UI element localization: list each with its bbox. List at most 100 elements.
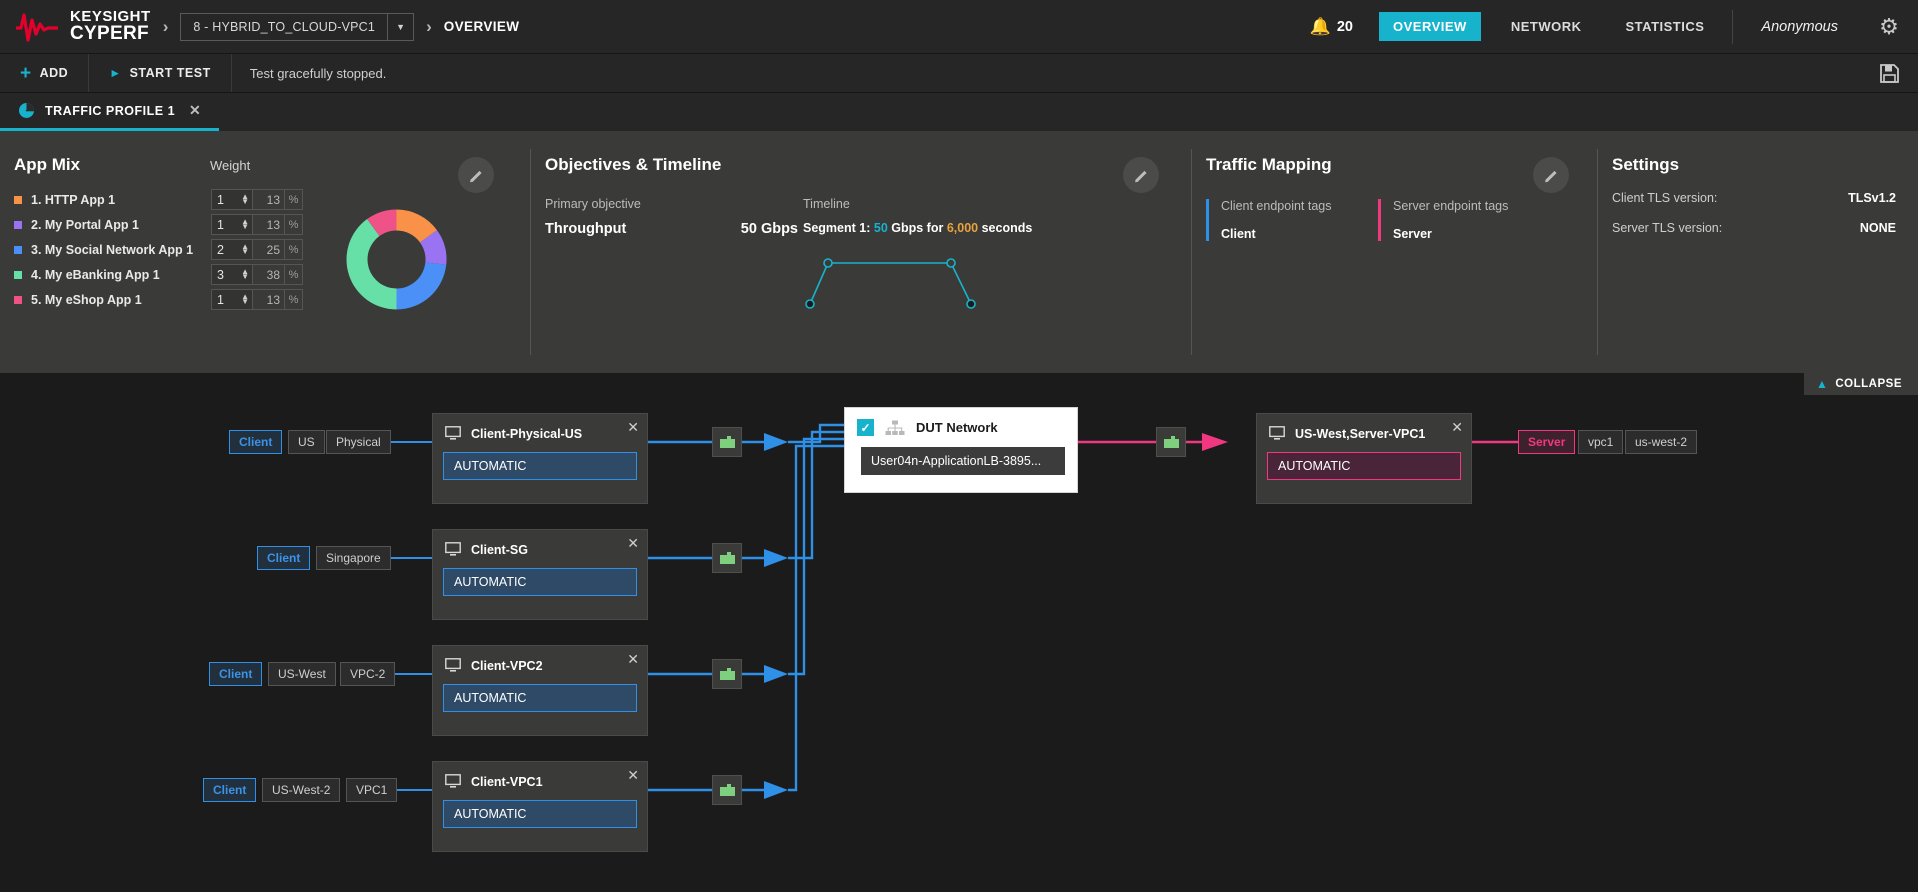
endpoint-tag-client[interactable]: Client (257, 546, 310, 570)
stepper-arrows-icon[interactable]: ▲▼ (241, 295, 249, 304)
panel-settings: Settings Client TLS version: TLSv1.2 Ser… (1598, 131, 1918, 373)
weight-stepper[interactable]: 3 ▲▼ (211, 264, 253, 285)
server-endpoint-tags-label: Server endpoint tags (1393, 199, 1550, 213)
edit-objectives-button[interactable] (1123, 157, 1159, 193)
breadcrumb-chevron-2: › (426, 17, 432, 37)
notifications-button[interactable]: 🔔 20 (1292, 17, 1371, 37)
node-dut-network[interactable]: ✓ DUT Network User04n-ApplicationLB-3895… (844, 407, 1078, 493)
start-test-label: START TEST (130, 66, 211, 80)
legend-swatch (14, 221, 22, 229)
stepper-arrows-icon[interactable]: ▲▼ (241, 195, 249, 204)
add-button[interactable]: + ADD (0, 54, 89, 92)
app-name: 1. HTTP App 1 (31, 193, 211, 207)
percent-value: 13 (253, 189, 285, 210)
endpoint-tag-vpc[interactable]: vpc1 (1578, 430, 1623, 454)
stepper-arrows-icon[interactable]: ▲▼ (241, 220, 249, 229)
endpoint-tag-vpc[interactable]: VPC-2 (340, 662, 395, 686)
network-adapter-icon[interactable] (1156, 427, 1186, 457)
keysight-wave-logo-icon (14, 10, 60, 44)
node-config-field[interactable]: AUTOMATIC (443, 800, 637, 828)
nav-tab-network[interactable]: NETWORK (1497, 12, 1596, 41)
endpoint-tag-client[interactable]: Client (203, 778, 256, 802)
node-server-vpc1[interactable]: US-West,Server-VPC1 ✕ AUTOMATIC (1256, 413, 1472, 504)
node-client-sg[interactable]: Client-SG ✕ AUTOMATIC (432, 529, 648, 620)
node-name: Client-SG (471, 543, 528, 557)
endpoint-tag-region[interactable]: Singapore (316, 546, 391, 570)
nav-tab-overview[interactable]: OVERVIEW (1379, 12, 1481, 41)
node-config-field[interactable]: AUTOMATIC (1267, 452, 1461, 480)
server-endpoint-tags-group: Server endpoint tags Server (1378, 199, 1550, 241)
segment-rate: 50 (874, 221, 888, 235)
settings-row-client-tls: Client TLS version: TLSv1.2 (1612, 191, 1896, 205)
app-mix-row: 2. My Portal App 1 1 ▲▼ 13 % (14, 212, 530, 237)
node-config-field[interactable]: AUTOMATIC (443, 452, 637, 480)
stepper-arrows-icon[interactable]: ▲▼ (241, 245, 249, 254)
gear-icon: ⚙ (1879, 14, 1899, 40)
app-name: 3. My Social Network App 1 (31, 243, 211, 257)
server-endpoint-tag-value: Server (1393, 227, 1550, 241)
close-icon[interactable]: ✕ (627, 420, 639, 434)
network-adapter-icon[interactable] (712, 659, 742, 689)
endpoint-tag-region[interactable]: US-West-2 (262, 778, 340, 802)
panel-app-mix: App Mix Weight 1. HTTP App 1 1 ▲▼ 13 % 2… (0, 131, 530, 373)
top-bar-right: 🔔 20 OVERVIEW NETWORK STATISTICS Anonymo… (1292, 0, 1918, 53)
node-client-vpc2[interactable]: Client-VPC2 ✕ AUTOMATIC (432, 645, 648, 736)
node-config-field[interactable]: AUTOMATIC (443, 568, 637, 596)
nav-tab-statistics[interactable]: STATISTICS (1612, 12, 1719, 41)
user-name[interactable]: Anonymous (1739, 19, 1860, 35)
node-name: Client-Physical-US (471, 427, 582, 441)
endpoint-tag-region[interactable]: us-west-2 (1625, 430, 1697, 454)
app-mix-weight-header: Weight (210, 158, 250, 173)
endpoint-tag-type[interactable]: Physical (326, 430, 391, 454)
weight-stepper[interactable]: 1 ▲▼ (211, 289, 253, 310)
breadcrumb-chevron-1: › (163, 17, 169, 37)
save-button[interactable] (1860, 54, 1918, 92)
node-client-vpc1[interactable]: Client-VPC1 ✕ AUTOMATIC (432, 761, 648, 852)
weight-stepper[interactable]: 2 ▲▼ (211, 239, 253, 260)
endpoint-tag-vpc[interactable]: VPC1 (346, 778, 397, 802)
close-icon[interactable]: ✕ (627, 768, 639, 782)
monitor-icon (445, 542, 461, 557)
close-icon[interactable]: ✕ (627, 652, 639, 666)
traffic-mapping-title: Traffic Mapping (1206, 155, 1550, 175)
node-config-field[interactable]: AUTOMATIC (443, 684, 637, 712)
dut-target-field[interactable]: User04n-ApplicationLB-3895... (861, 447, 1065, 475)
setting-key: Client TLS version: (1612, 191, 1717, 205)
endpoint-tag-server[interactable]: Server (1518, 430, 1575, 454)
start-test-button[interactable]: ► START TEST (89, 54, 232, 92)
dut-enabled-checkbox[interactable]: ✓ (857, 419, 874, 436)
notification-count: 20 (1337, 19, 1353, 35)
close-icon[interactable]: ✕ (627, 536, 639, 550)
project-select-value: 8 - HYBRID_TO_CLOUD-VPC1 (181, 14, 387, 40)
stepper-arrows-icon[interactable]: ▲▼ (241, 270, 249, 279)
edit-app-mix-button[interactable] (458, 157, 494, 193)
close-icon[interactable]: ✕ (189, 102, 201, 119)
network-adapter-icon[interactable] (712, 543, 742, 573)
play-icon: ► (109, 66, 121, 80)
close-icon[interactable]: ✕ (1451, 420, 1463, 434)
app-name: 4. My eBanking App 1 (31, 268, 211, 282)
test-status-message: Test gracefully stopped. (232, 54, 405, 92)
network-adapter-icon[interactable] (712, 427, 742, 457)
setting-value: NONE (1860, 221, 1896, 235)
settings-button[interactable]: ⚙ (1860, 14, 1918, 40)
edit-traffic-mapping-button[interactable] (1533, 157, 1569, 193)
save-icon (1879, 63, 1900, 84)
endpoint-tag-client[interactable]: Client (229, 430, 282, 454)
endpoint-tag-client[interactable]: Client (209, 662, 262, 686)
node-client-physical-us[interactable]: Client-Physical-US ✕ AUTOMATIC (432, 413, 648, 504)
project-select[interactable]: 8 - HYBRID_TO_CLOUD-VPC1 ▼ (180, 13, 414, 41)
brand-logo-group[interactable]: KEYSIGHT CYPERF (0, 10, 151, 44)
weight-stepper[interactable]: 1 ▲▼ (211, 189, 253, 210)
tab-traffic-profile-1[interactable]: TRAFFIC PROFILE 1 ✕ (0, 93, 219, 131)
weight-stepper[interactable]: 1 ▲▼ (211, 214, 253, 235)
network-topology-diagram: Client US Physical Client-Physical-US ✕ … (0, 395, 1918, 892)
objectives-title: Objectives & Timeline (545, 155, 1032, 175)
dut-name: DUT Network (916, 420, 998, 435)
chevron-down-icon[interactable]: ▼ (387, 14, 413, 40)
endpoint-tag-region[interactable]: US (288, 430, 325, 454)
app-mix-row: 5. My eShop App 1 1 ▲▼ 13 % (14, 287, 530, 312)
network-adapter-icon[interactable] (712, 775, 742, 805)
endpoint-tag-region[interactable]: US-West (268, 662, 336, 686)
collapse-button[interactable]: ▲ COLLAPSE (1804, 373, 1918, 395)
